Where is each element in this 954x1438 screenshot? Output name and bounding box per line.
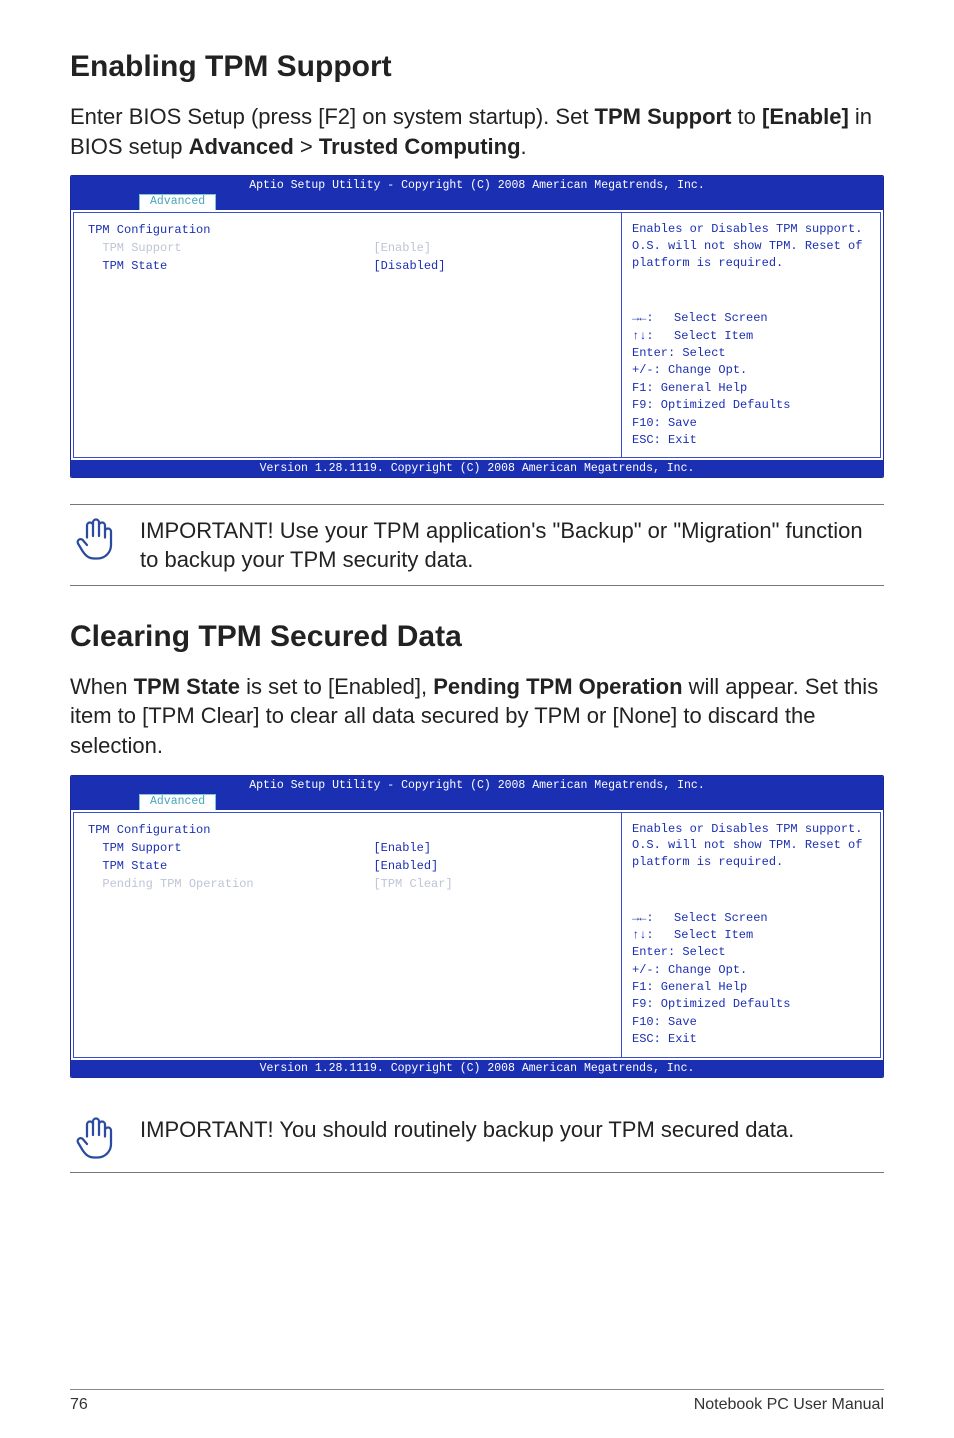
bios-tabs: Advanced bbox=[71, 194, 883, 210]
t: is set to [Enabled], bbox=[240, 674, 433, 699]
k: ESC: Exit bbox=[632, 1031, 870, 1048]
t: Advanced bbox=[189, 134, 294, 159]
bios-row-value: [Enable] bbox=[373, 239, 431, 257]
bios-config-row: TPM Configuration bbox=[88, 821, 607, 839]
bios-row-value: [TPM Clear] bbox=[373, 875, 452, 893]
bios-row-label: TPM Support bbox=[88, 239, 373, 257]
bios-help-text: Enables or Disables TPM support. O.S. wi… bbox=[632, 221, 870, 271]
bios-config-row: Pending TPM Operation[TPM Clear] bbox=[88, 875, 607, 893]
bios-screenshot-2: Aptio Setup Utility - Copyright (C) 2008… bbox=[70, 775, 884, 1078]
k: Enter: Select bbox=[632, 944, 870, 961]
heading-enabling-tpm: Enabling TPM Support bbox=[70, 50, 884, 84]
t: Enter BIOS Setup (press [F2] on system s… bbox=[70, 104, 595, 129]
page-number: 76 bbox=[70, 1396, 88, 1414]
bios-footer: Version 1.28.1119. Copyright (C) 2008 Am… bbox=[71, 1060, 883, 1077]
k: Select Item bbox=[674, 329, 753, 343]
bios-tabs: Advanced bbox=[71, 794, 883, 810]
bios-header: Aptio Setup Utility - Copyright (C) 2008… bbox=[71, 776, 883, 810]
bios-tab-advanced: Advanced bbox=[139, 794, 216, 810]
important-note-2: IMPORTANT! You should routinely backup y… bbox=[70, 1104, 884, 1173]
bios-row-value: [Enable] bbox=[373, 839, 431, 857]
bios-config-row: TPM Support[Enable] bbox=[88, 839, 607, 857]
important-note-1: IMPORTANT! Use your TPM application's "B… bbox=[70, 504, 884, 585]
hand-icon bbox=[70, 1114, 122, 1162]
t: [Enable] bbox=[762, 104, 849, 129]
arrow-ud-icon: ↑↓: bbox=[632, 927, 674, 944]
bios-row-label: TPM State bbox=[88, 857, 373, 875]
t: Trusted Computing bbox=[319, 134, 521, 159]
k: F9: Optimized Defaults bbox=[632, 996, 870, 1013]
t: When bbox=[70, 674, 134, 699]
bios-keys: →←:Select Screen ↑↓:Select Item Enter: S… bbox=[632, 310, 870, 449]
t: TPM State bbox=[134, 674, 240, 699]
page-footer: 76 Notebook PC User Manual bbox=[70, 1389, 884, 1414]
bios-config-row: TPM Configuration bbox=[88, 221, 607, 239]
k: Select Screen bbox=[674, 311, 768, 325]
k: F1: General Help bbox=[632, 979, 870, 996]
bios-side: Enables or Disables TPM support. O.S. wi… bbox=[621, 212, 881, 458]
arrow-ud-icon: ↑↓: bbox=[632, 328, 674, 345]
bios-config-row: TPM Support[Enable] bbox=[88, 239, 607, 257]
bios-footer: Version 1.28.1119. Copyright (C) 2008 Am… bbox=[71, 460, 883, 477]
bios-main: TPM Configuration TPM Support[Enable] TP… bbox=[73, 812, 621, 1058]
k: +/-: Change Opt. bbox=[632, 962, 870, 979]
bios-config-row: TPM State[Disabled] bbox=[88, 257, 607, 275]
intro-2: When TPM State is set to [Enabled], Pend… bbox=[70, 672, 884, 761]
note-text: IMPORTANT! Use your TPM application's "B… bbox=[140, 515, 880, 574]
k: Select Screen bbox=[674, 911, 768, 925]
k: F1: General Help bbox=[632, 380, 870, 397]
bios-keys: →←:Select Screen ↑↓:Select Item Enter: S… bbox=[632, 910, 870, 1049]
bios-row-label: Pending TPM Operation bbox=[88, 875, 373, 893]
bios-body: TPM Configuration TPM Support[Enable] TP… bbox=[71, 810, 883, 1060]
t: > bbox=[294, 134, 319, 159]
bios-row-label: TPM Configuration bbox=[88, 221, 373, 239]
bios-row-value: [Disabled] bbox=[373, 257, 445, 275]
bios-screenshot-1: Aptio Setup Utility - Copyright (C) 2008… bbox=[70, 175, 884, 478]
bios-header-title: Aptio Setup Utility - Copyright (C) 2008… bbox=[71, 179, 883, 194]
k: ESC: Exit bbox=[632, 432, 870, 449]
t: to bbox=[731, 104, 762, 129]
t: . bbox=[521, 134, 527, 159]
bios-help-text: Enables or Disables TPM support. O.S. wi… bbox=[632, 821, 870, 871]
hand-icon bbox=[70, 515, 122, 563]
bios-header-title: Aptio Setup Utility - Copyright (C) 2008… bbox=[71, 779, 883, 794]
bios-config-row: TPM State[Enabled] bbox=[88, 857, 607, 875]
bios-main: TPM Configuration TPM Support[Enable] TP… bbox=[73, 212, 621, 458]
k: Enter: Select bbox=[632, 345, 870, 362]
bios-tab-advanced: Advanced bbox=[139, 194, 216, 210]
k: F10: Save bbox=[632, 1014, 870, 1031]
bios-body: TPM Configuration TPM Support[Enable] TP… bbox=[71, 210, 883, 460]
k: F10: Save bbox=[632, 415, 870, 432]
note-text: IMPORTANT! You should routinely backup y… bbox=[140, 1114, 794, 1145]
bios-side: Enables or Disables TPM support. O.S. wi… bbox=[621, 812, 881, 1058]
bios-row-label: TPM Support bbox=[88, 839, 373, 857]
arrow-lr-icon: →←: bbox=[632, 310, 674, 327]
k: Select Item bbox=[674, 928, 753, 942]
k: +/-: Change Opt. bbox=[632, 362, 870, 379]
t: TPM Support bbox=[595, 104, 732, 129]
k: F9: Optimized Defaults bbox=[632, 397, 870, 414]
bios-header: Aptio Setup Utility - Copyright (C) 2008… bbox=[71, 176, 883, 210]
intro-1: Enter BIOS Setup (press [F2] on system s… bbox=[70, 102, 884, 161]
bios-row-label: TPM State bbox=[88, 257, 373, 275]
t: Pending TPM Operation bbox=[433, 674, 682, 699]
manual-title: Notebook PC User Manual bbox=[694, 1396, 884, 1414]
heading-clearing-tpm: Clearing TPM Secured Data bbox=[70, 620, 884, 654]
bios-row-value: [Enabled] bbox=[373, 857, 438, 875]
arrow-lr-icon: →←: bbox=[632, 910, 674, 927]
bios-row-label: TPM Configuration bbox=[88, 821, 373, 839]
